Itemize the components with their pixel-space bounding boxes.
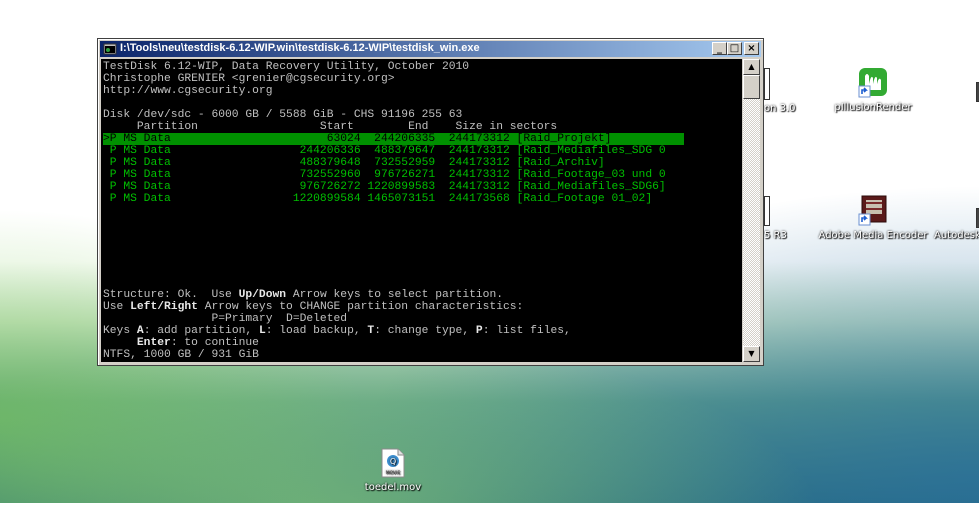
desktop-icon-label: Adobe Media Encoder: [818, 230, 928, 241]
keys-line: Keys A: add partition, L: load backup, T…: [103, 325, 571, 337]
status-text: Structure: Ok. Use: [103, 289, 239, 301]
partition-row-selected[interactable]: >P MS Data 63024 244206335 244173312 [Ra…: [103, 133, 684, 145]
desktop-icon-toedel-mov[interactable]: Q MOVIE toedel.mov: [362, 448, 424, 493]
scroll-down-button[interactable]: ▼: [743, 346, 760, 362]
filesystem-info-line: NTFS, 1000 GB / 931 GiB: [103, 349, 259, 361]
desktop-icon-label: on 3.0: [764, 103, 796, 114]
status-text: : load backup,: [265, 325, 368, 337]
partial-app-icon-top[interactable]: [764, 68, 770, 100]
illusion-render-icon: [857, 66, 889, 98]
status-text: : add partition,: [143, 325, 259, 337]
console-output[interactable]: TestDisk 6.12-WIP, Data Recovery Utility…: [101, 59, 742, 362]
maximize-button[interactable]: □: [727, 42, 742, 55]
status-text: Arrow keys to CHANGE partition character…: [197, 301, 524, 313]
status-structure-line: Structure: Ok. Use Up/Down Arrow keys to…: [103, 289, 503, 301]
console-line-url: http://www.cgsecurity.org: [103, 85, 273, 97]
partial-app-icon-mid[interactable]: [764, 196, 770, 226]
desktop-icon-autodesk[interactable]: Autodesk: [934, 230, 979, 241]
key-l: L: [258, 325, 266, 337]
desktop-icon-partial-top[interactable]: on 3.0: [764, 103, 796, 114]
key-p: P: [475, 325, 483, 337]
partition-row[interactable]: P MS Data 244206336 488379647 244173312 …: [103, 145, 666, 157]
status-text: : change type,: [374, 325, 476, 337]
adobe-media-encoder-icon: [857, 194, 889, 226]
vertical-scrollbar[interactable]: ▲ ▼: [743, 59, 760, 362]
movie-file-icon: Q MOVIE: [381, 448, 405, 478]
minimize-button[interactable]: _: [712, 42, 727, 55]
bottom-white-strip: [0, 503, 979, 525]
key-enter: Enter: [136, 337, 171, 349]
status-text: : to continue: [170, 337, 259, 349]
partition-row[interactable]: P MS Data 976726272 1220899583 244173312…: [103, 181, 666, 193]
console-line-author: Christophe GRENIER <grenier@cgsecurity.o…: [103, 73, 395, 85]
partition-row[interactable]: P MS Data 488379648 732552959 244173312 …: [103, 157, 605, 169]
desktop-icon-illusion-render[interactable]: pIllusionRender: [833, 66, 913, 113]
desktop-icon-label: Autodesk: [934, 230, 979, 241]
close-button[interactable]: ×: [744, 42, 759, 55]
partition-row[interactable]: P MS Data 732552960 976726271 244173312 …: [103, 169, 666, 181]
key-hint-updown: Up/Down: [238, 289, 287, 301]
key-hint-leftright: Left/Right: [130, 301, 198, 313]
desktop-icon-adobe-media-encoder[interactable]: Adobe Media Encoder: [818, 194, 928, 241]
desktop-icon-label: 5 R3: [764, 230, 787, 241]
status-change-line: Use Left/Right Arrow keys to CHANGE part…: [103, 301, 523, 313]
window-title: I:\Tools\neu\testdisk-6.12-WIP.win\testd…: [120, 42, 480, 54]
status-text: Arrow keys to select partition.: [286, 289, 503, 301]
console-app-icon[interactable]: [103, 42, 117, 56]
window-titlebar[interactable]: I:\Tools\neu\testdisk-6.12-WIP.win\testd…: [100, 41, 761, 57]
desktop-icon-label: toedel.mov: [364, 482, 422, 493]
status-text: [103, 337, 137, 349]
svg-text:MOVIE: MOVIE: [386, 470, 401, 476]
scroll-up-button[interactable]: ▲: [743, 59, 760, 75]
desktop-background: on 3.0 pIllusionRender 5 R3 Adobe Media …: [0, 0, 979, 503]
desktop-icon-label: pIllusionRender: [834, 102, 912, 113]
console-line-title: TestDisk 6.12-WIP, Data Recovery Utility…: [103, 61, 470, 73]
enter-line: Enter: to continue: [103, 337, 259, 349]
console-line-disk: Disk /dev/sdc - 6000 GB / 5588 GiB - CHS…: [103, 109, 463, 121]
key-a: A: [136, 325, 144, 337]
status-type-legend: P=Primary D=Deleted: [103, 313, 348, 325]
status-text: Keys: [103, 325, 137, 337]
partition-row[interactable]: P MS Data 1220899584 1465073151 24417356…: [103, 193, 652, 205]
testdisk-console-window[interactable]: I:\Tools\neu\testdisk-6.12-WIP.win\testd…: [97, 38, 764, 366]
partition-column-header: Partition Start End Size in sectors: [103, 121, 558, 133]
scrollbar-thumb[interactable]: [743, 75, 760, 99]
desktop-icon-partial-mid[interactable]: 5 R3: [764, 230, 787, 241]
status-text: Use: [103, 301, 131, 313]
svg-text:Q: Q: [390, 457, 396, 466]
status-text: : list files,: [482, 325, 571, 337]
